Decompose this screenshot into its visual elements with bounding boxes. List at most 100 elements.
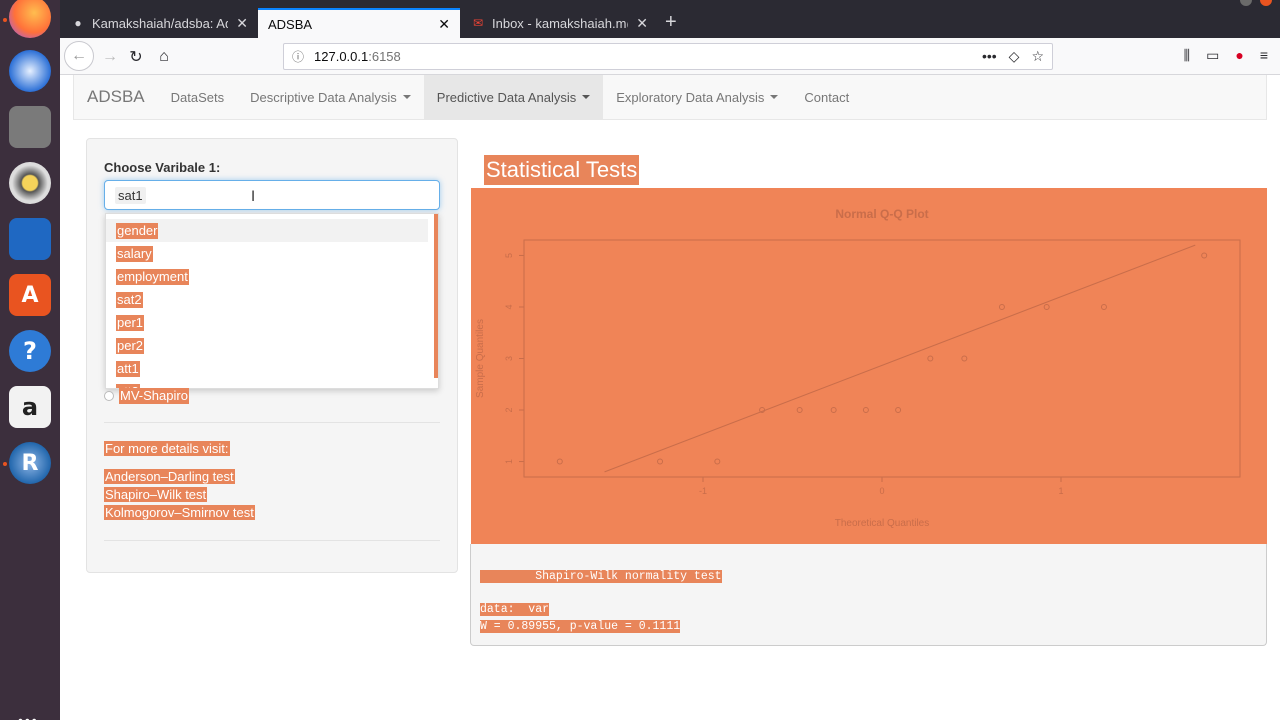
divider [104, 540, 440, 541]
selected-value: sat1 [115, 186, 146, 204]
browser-toolbar: ← → ↻ ⌂ ⓘ 127.0.0.1:6158 ••• ◇ ☆ ⫼ ▭ ● ≡ [60, 38, 1280, 75]
data-point [714, 458, 721, 465]
menu-icon[interactable]: ≡ [1260, 47, 1268, 64]
option-label: gender [116, 222, 159, 239]
qq-plot-panel: Normal Q-Q Plot Theoretical Quantiles Samp… [471, 188, 1267, 544]
link-anderson-darling[interactable]: Anderson–Darling test [104, 469, 235, 484]
y-tick-label: 5 [504, 253, 514, 258]
nav-label: Contact [804, 89, 850, 105]
github-icon: ● [74, 16, 82, 30]
firefox-icon[interactable] [9, 0, 51, 38]
tab-github[interactable]: ● Kamakshaiah/adsba: Ad ✕ [60, 8, 258, 38]
radio-button[interactable] [104, 391, 114, 401]
window-minimize-button[interactable] [1240, 0, 1252, 6]
test-output: Shapiro-Wilk normality test data: var W … [470, 544, 1267, 646]
nav-label: DataSets [170, 89, 225, 105]
show-apps-icon[interactable]: ••• [18, 712, 39, 720]
nav-label: Exploratory Data Analysis [616, 89, 765, 105]
dropdown-option[interactable]: gender [106, 219, 428, 242]
sidebar-icon[interactable]: ▭ [1206, 47, 1219, 64]
output-text: data: var [480, 603, 550, 616]
page-actions-icon[interactable]: ••• [982, 48, 997, 65]
nav-contact[interactable]: Contact [791, 75, 862, 119]
plot-frame [523, 239, 1241, 478]
link-kolmogorov-smirnov[interactable]: Kolmogorov–Smirnov test [104, 505, 255, 520]
data-point [862, 407, 869, 414]
option-label: per1 [116, 314, 145, 331]
brand[interactable]: ADSBA [74, 75, 158, 119]
tab-adsba[interactable]: ADSBA ✕ [258, 8, 460, 38]
files-icon[interactable] [9, 106, 51, 148]
new-tab-button[interactable]: + [665, 10, 677, 34]
url-host: 127.0.0.1 [314, 49, 369, 64]
option-label: per2 [116, 337, 145, 354]
r-icon[interactable]: R [9, 442, 51, 484]
nav-predictive[interactable]: Predictive Data Analysis [423, 75, 604, 119]
option-label: employment [116, 268, 189, 285]
chart-title: Normal Q-Q Plot [835, 207, 928, 221]
tab-title: Kamakshaiah/adsba: Ad [92, 15, 229, 31]
reload-button[interactable]: ↻ [124, 44, 148, 70]
data-point [796, 407, 803, 414]
forward-button[interactable]: → [98, 44, 122, 70]
y-tick-label: 3 [504, 356, 514, 361]
window-close-button[interactable] [1260, 0, 1272, 6]
app-navbar: ADSBA DataSets Descriptive Data Analysis… [73, 75, 1267, 120]
reference-links: Anderson–Darling test Shapiro–Wilk test … [104, 469, 255, 521]
dropdown-option[interactable]: sat2 [106, 288, 428, 311]
nav-datasets[interactable]: DataSets [158, 75, 237, 119]
library-icon[interactable]: ⫼ [1184, 47, 1190, 64]
data-point [830, 407, 837, 414]
nav-exploratory[interactable]: Exploratory Data Analysis [603, 75, 791, 119]
thunderbird-icon[interactable] [9, 50, 51, 92]
home-button[interactable]: ⌂ [152, 44, 176, 70]
dropdown-option[interactable]: per1 [106, 311, 428, 334]
x-tick-label: -1 [699, 486, 707, 496]
radio-mv-shapiro[interactable]: MV-Shapiro [104, 388, 189, 404]
radio-label: MV-Shapiro [119, 388, 189, 404]
more-details-text: For more details visit: [104, 441, 230, 457]
y-tick-label: 4 [504, 304, 514, 309]
tab-title: Inbox - kamakshaiah.m@ [492, 15, 629, 31]
option-label: att1 [116, 360, 140, 377]
extension-icon[interactable]: ● [1235, 47, 1243, 64]
y-tick-label: 2 [504, 408, 514, 413]
dropdown-option[interactable]: employment [106, 265, 428, 288]
dropdown-option[interactable]: per2 [106, 334, 428, 357]
option-label: sat2 [116, 291, 143, 308]
tab-inbox[interactable]: ✉ Inbox - kamakshaiah.m@ ✕ [460, 8, 658, 38]
libreoffice-writer-icon[interactable] [9, 218, 51, 260]
back-button[interactable]: ← [64, 41, 94, 71]
rhythmbox-icon[interactable] [9, 162, 51, 204]
amazon-icon[interactable]: a [9, 386, 51, 428]
y-axis-label: Sample Quantiles [475, 319, 486, 398]
variable-dropdown: gender salary employment sat2 per1 per2 … [105, 213, 439, 389]
dropdown-option[interactable]: att1 [106, 357, 428, 380]
close-icon[interactable]: ✕ [636, 15, 648, 32]
data-point [927, 355, 934, 362]
data-point [1100, 303, 1107, 310]
software-center-icon[interactable]: A [9, 274, 51, 316]
divider [104, 422, 440, 423]
data-point [657, 458, 664, 465]
ubuntu-launcher: A ? a R ••• [0, 0, 60, 720]
x-tick-label: 1 [1058, 486, 1063, 496]
link-shapiro-wilk[interactable]: Shapiro–Wilk test [104, 487, 208, 502]
help-icon[interactable]: ? [9, 330, 51, 372]
x-axis-label: Theoretical Quantiles [835, 518, 930, 529]
close-icon[interactable]: ✕ [236, 15, 248, 32]
close-icon[interactable]: ✕ [438, 16, 450, 33]
dropdown-scrollbar[interactable] [434, 214, 438, 378]
browser-titlebar: ● Kamakshaiah/adsba: Ad ✕ ADSBA ✕ ✉ Inbo… [60, 0, 1280, 38]
y-tick-label: 1 [504, 459, 514, 464]
url-bar[interactable]: ⓘ 127.0.0.1:6158 ••• ◇ ☆ [283, 43, 1053, 70]
info-icon[interactable]: ⓘ [292, 48, 304, 65]
bookmark-star-icon[interactable]: ☆ [1031, 48, 1044, 65]
output-text: Shapiro-Wilk normality test [480, 570, 722, 583]
output-text: W = 0.89955, p-value = 0.1111 [480, 620, 681, 633]
variable-select[interactable]: sat1 I [104, 180, 440, 210]
tab-title: ADSBA [268, 16, 313, 32]
nav-descriptive[interactable]: Descriptive Data Analysis [237, 75, 424, 119]
dropdown-option[interactable]: salary [106, 242, 428, 265]
pocket-icon[interactable]: ◇ [1009, 48, 1020, 65]
